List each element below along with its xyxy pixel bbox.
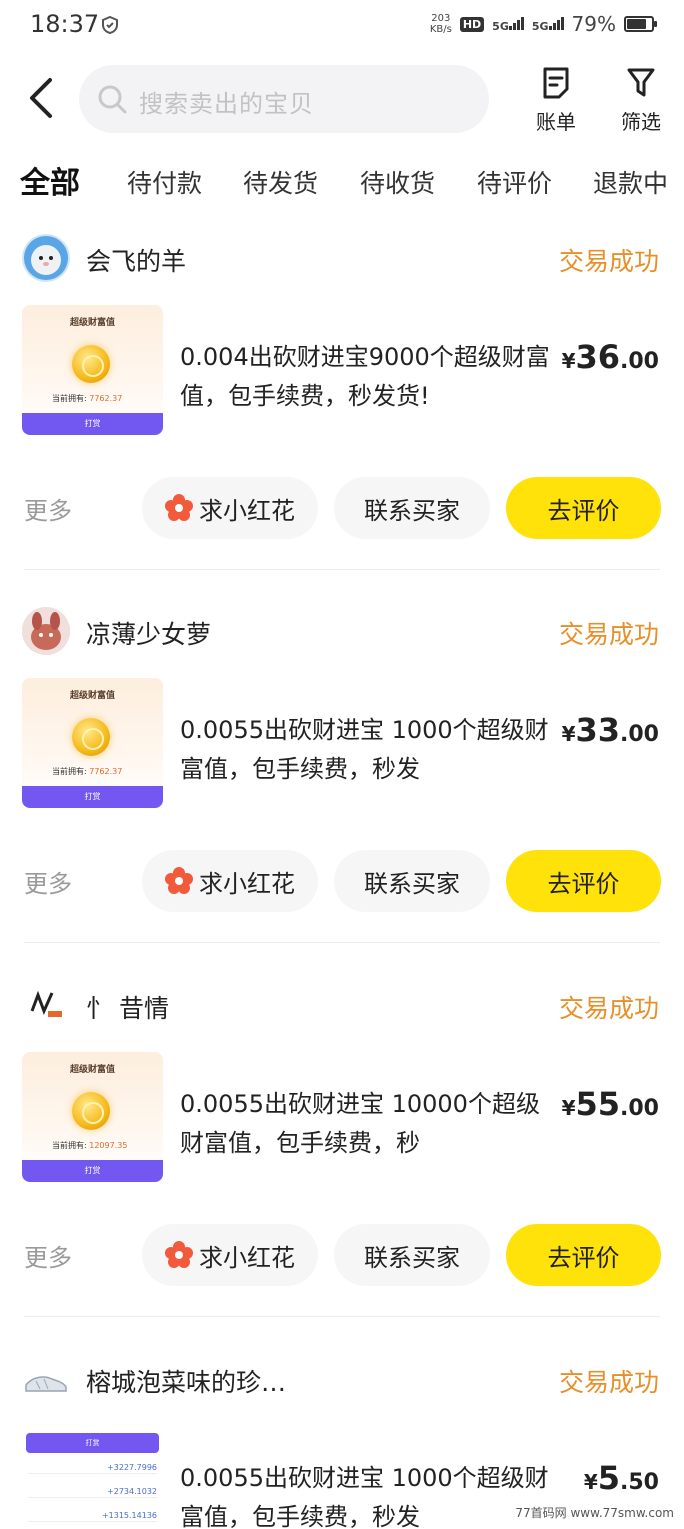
search-placeholder: 搜索卖出的宝贝 [139, 90, 314, 118]
signal-5g-icon: 5G [492, 16, 524, 33]
order-status: 交易成功 [558, 994, 659, 1023]
product-thumbnail[interactable]: 超级财富值 当前拥有: 12097.35 打赏 [22, 1052, 163, 1182]
review-button[interactable]: 去评价 [506, 850, 661, 912]
avatar[interactable] [22, 607, 70, 655]
seller-name[interactable]: 凉薄少女萝 [86, 615, 211, 651]
status-bar: 18:37 203 KB/s HD 5G 5G 79% [0, 0, 684, 48]
divider [24, 1316, 660, 1317]
ask-flower-button[interactable]: 求小红花 [142, 477, 318, 539]
product-thumbnail[interactable]: 打赏 +3227.7996 +2734.1032 +1315.14136 [22, 1425, 163, 1529]
more-button[interactable]: 更多 [24, 491, 72, 526]
tab-all[interactable]: 全部 [16, 158, 84, 202]
ask-flower-button[interactable]: 求小红花 [142, 1224, 318, 1286]
battery-percent: 79% [571, 12, 616, 36]
tab-refunding[interactable]: 退款中 [593, 164, 668, 200]
divider [24, 569, 660, 570]
seller-name[interactable]: 榕城泡菜味的珍… [86, 1363, 286, 1399]
bill-icon [543, 67, 569, 99]
avatar[interactable] [22, 981, 70, 1029]
search-input[interactable]: 搜索卖出的宝贝 [79, 65, 489, 133]
order-card[interactable]: 忄 昔情 交易成功 超级财富值 当前拥有: 12097.35 打赏 0.0055… [0, 979, 684, 1317]
tab-pending-payment[interactable]: 待付款 [127, 164, 202, 200]
coin-icon [72, 718, 110, 756]
search-icon [98, 85, 127, 114]
filter-label: 筛选 [621, 110, 661, 134]
battery-icon [624, 16, 657, 32]
product-title[interactable]: 0.0055出砍财进宝 10000个超级财富值，包手续费，秒 [180, 1085, 550, 1163]
bill-button[interactable]: 账单 [526, 66, 586, 135]
tab-pending-review[interactable]: 待评价 [477, 164, 552, 200]
filter-icon [627, 68, 655, 97]
product-price: ¥55.00 [561, 1085, 659, 1123]
contact-buyer-button[interactable]: 联系买家 [334, 1224, 490, 1286]
bill-label: 账单 [536, 110, 576, 134]
more-button[interactable]: 更多 [24, 864, 72, 899]
signal-5g-icon-2: 5G [532, 16, 564, 33]
hd-icon: HD [459, 16, 485, 32]
seller-name[interactable]: 会飞的羊 [86, 242, 186, 278]
product-title[interactable]: 0.004出砍财进宝9000个超级财富值，包手续费，秒发货! [180, 338, 550, 416]
seller-name[interactable]: 忄 昔情 [86, 989, 169, 1025]
flower-icon [165, 867, 193, 894]
avatar[interactable] [22, 1355, 70, 1403]
contact-buyer-button[interactable]: 联系买家 [334, 850, 490, 912]
coin-icon [72, 1092, 110, 1130]
flower-icon [165, 1241, 193, 1268]
order-tabs: 全部 待付款 待发货 待收货 待评价 退款中 [0, 160, 684, 208]
more-button[interactable]: 更多 [24, 1238, 72, 1273]
watermark: 77首码网 www.77smw.com [511, 1502, 678, 1523]
net-speed: 203 KB/s [429, 13, 452, 35]
order-card[interactable]: 凉薄少女萝 交易成功 超级财富值 当前拥有: 7762.37 打赏 0.0055… [0, 605, 684, 943]
order-status: 交易成功 [558, 1368, 659, 1397]
tab-pending-shipment[interactable]: 待发货 [243, 164, 318, 200]
order-status: 交易成功 [558, 620, 659, 649]
contact-buyer-button[interactable]: 联系买家 [334, 477, 490, 539]
order-card[interactable]: 会飞的羊 交易成功 超级财富值 当前拥有: 7762.37 打赏 0.004出砍… [0, 232, 684, 570]
back-arrow-icon[interactable] [22, 76, 62, 120]
product-title[interactable]: 0.0055出砍财进宝 1000个超级财富值，包手续费，秒发 [180, 1459, 550, 1529]
product-price: ¥33.00 [561, 711, 659, 749]
review-button[interactable]: 去评价 [506, 1224, 661, 1286]
filter-button[interactable]: 筛选 [611, 66, 671, 135]
coin-icon [72, 345, 110, 383]
product-price: ¥36.00 [561, 338, 659, 376]
order-status: 交易成功 [558, 247, 659, 276]
divider [24, 942, 660, 943]
avatar[interactable] [22, 234, 70, 282]
product-thumbnail[interactable]: 超级财富值 当前拥有: 7762.37 打赏 [22, 305, 163, 435]
status-time: 18:37 [30, 10, 100, 38]
tab-pending-receipt[interactable]: 待收货 [360, 164, 435, 200]
shield-icon [102, 15, 118, 35]
product-thumbnail[interactable]: 超级财富值 当前拥有: 7762.37 打赏 [22, 678, 163, 808]
flower-icon [165, 494, 193, 521]
ask-flower-button[interactable]: 求小红花 [142, 850, 318, 912]
review-button[interactable]: 去评价 [506, 477, 661, 539]
product-title[interactable]: 0.0055出砍财进宝 1000个超级财富值，包手续费，秒发 [180, 711, 550, 789]
product-price: ¥5.50 [583, 1459, 659, 1497]
